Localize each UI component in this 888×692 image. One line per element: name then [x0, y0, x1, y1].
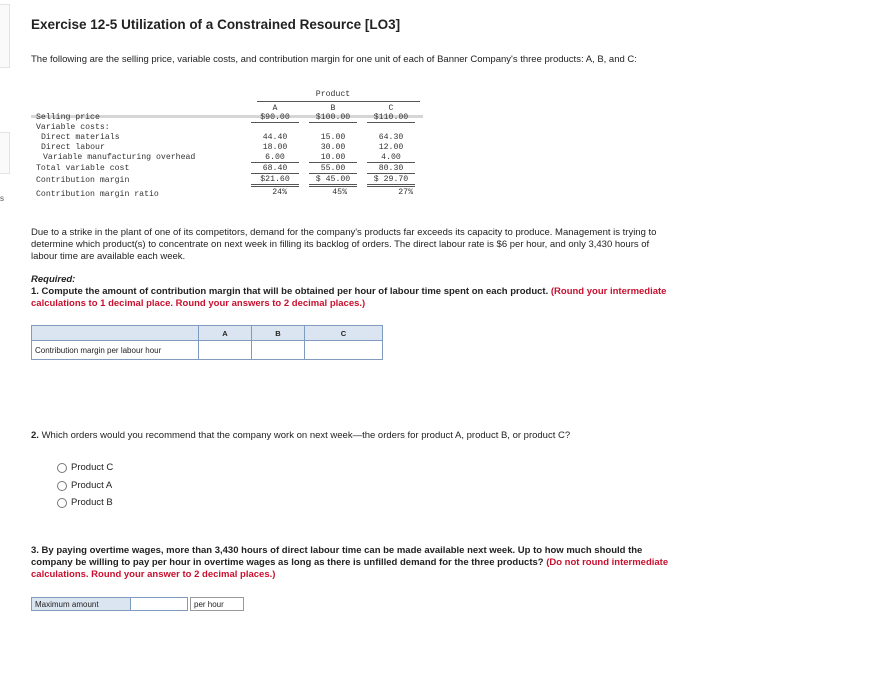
- cm-per-hour-table: A B C Contribution margin per labour hou…: [31, 325, 383, 360]
- row-label-selling-price: Selling price: [36, 113, 100, 122]
- answer-header-c: C: [304, 325, 383, 341]
- answer-cell-a: [198, 340, 252, 360]
- selling-price-b: $100.00: [309, 113, 357, 123]
- cm-per-hour-b-input[interactable]: [252, 344, 304, 359]
- header-b: B: [330, 104, 336, 113]
- cm-ratio-b: 45%: [332, 188, 347, 197]
- product-group-header: Product: [315, 90, 351, 99]
- option-label: Product C: [71, 462, 114, 473]
- answer-header-b: B: [251, 325, 305, 341]
- direct-labour-c: 12.00: [378, 143, 404, 152]
- cm-per-hour-a-input[interactable]: [199, 344, 251, 359]
- per-hour-unit: per hour: [190, 597, 244, 611]
- question-2-text: Which orders would you recommend that th…: [41, 430, 571, 441]
- overhead-a: 6.00: [251, 153, 299, 163]
- row-label-variable-costs: Variable costs:: [36, 123, 110, 132]
- side-tab-mid: [0, 132, 10, 174]
- direct-materials-a: 44.40: [262, 133, 288, 142]
- radio-icon[interactable]: [57, 497, 67, 508]
- row-label-variable-mfg-overhead: Variable manufacturing overhead: [43, 153, 196, 162]
- direct-materials-b: 15.00: [320, 133, 346, 142]
- row-label-direct-materials: Direct materials: [41, 133, 120, 142]
- contribution-margin-a: $21.60: [251, 175, 299, 187]
- product-group-underline: [257, 101, 420, 102]
- option-product-b[interactable]: Product B: [57, 497, 113, 508]
- scenario-text: Due to a strike in the plant of one of i…: [31, 227, 657, 262]
- total-variable-cost-a: 68.40: [251, 164, 299, 174]
- maximum-amount-input[interactable]: [131, 599, 191, 614]
- radio-icon[interactable]: [57, 480, 67, 491]
- direct-labour-b: 30.00: [320, 143, 346, 152]
- contribution-margin-b: $ 45.00: [309, 175, 357, 187]
- header-a: A: [272, 104, 278, 113]
- question-2: 2. Which orders would you recommend that…: [31, 430, 570, 441]
- header-c: C: [388, 104, 394, 113]
- answer-row-label: Contribution margin per labour hour: [31, 340, 199, 360]
- side-tab-top: [0, 4, 10, 68]
- selling-price-a: $90.00: [251, 113, 299, 123]
- row-label-cm-ratio: Contribution margin ratio: [36, 190, 159, 199]
- required-section: Required: 1. Compute the amount of contr…: [31, 274, 671, 310]
- required-heading: Required:: [31, 274, 76, 285]
- cm-ratio-a: 24%: [272, 188, 287, 197]
- option-label: Product A: [71, 480, 113, 491]
- row-label-contribution-margin: Contribution margin: [36, 176, 130, 185]
- total-variable-cost-b: 55.00: [309, 164, 357, 174]
- total-variable-cost-c: 80.30: [367, 164, 415, 174]
- question-1-text: 1. Compute the amount of contribution ma…: [31, 286, 549, 297]
- maximum-amount-cell: [131, 597, 191, 614]
- side-letter: s: [0, 194, 4, 203]
- exercise-title: Exercise 12-5 Utilization of a Constrain…: [31, 17, 401, 32]
- maximum-amount-row: Maximum amount per hour: [31, 597, 244, 614]
- question-2-number: 2.: [31, 430, 39, 441]
- selling-price-c: $110.00: [367, 113, 415, 123]
- exercise-intro: The following are the selling price, var…: [31, 54, 637, 65]
- contribution-margin-c: $ 29.70: [367, 175, 415, 187]
- row-label-direct-labour: Direct labour: [41, 143, 105, 152]
- option-label: Product B: [71, 497, 113, 508]
- cm-per-hour-c-input[interactable]: [305, 344, 382, 359]
- direct-labour-a: 18.00: [262, 143, 288, 152]
- answer-cell-c: [304, 340, 383, 360]
- question-1: 1. Compute the amount of contribution ma…: [31, 286, 671, 310]
- cm-ratio-c: 27%: [398, 188, 413, 197]
- question-3: 3. By paying overtime wages, more than 3…: [31, 545, 671, 581]
- maximum-amount-label: Maximum amount: [31, 597, 131, 611]
- direct-materials-c: 64.30: [378, 133, 404, 142]
- answer-table-corner: [31, 325, 199, 341]
- row-label-total-variable-cost: Total variable cost: [36, 164, 130, 173]
- option-product-c[interactable]: Product C: [57, 462, 113, 473]
- answer-cell-b: [251, 340, 305, 360]
- radio-icon[interactable]: [57, 462, 67, 473]
- overhead-b: 10.00: [309, 153, 357, 163]
- answer-header-a: A: [198, 325, 252, 341]
- overhead-c: 4.00: [367, 153, 415, 163]
- option-product-a[interactable]: Product A: [57, 480, 112, 491]
